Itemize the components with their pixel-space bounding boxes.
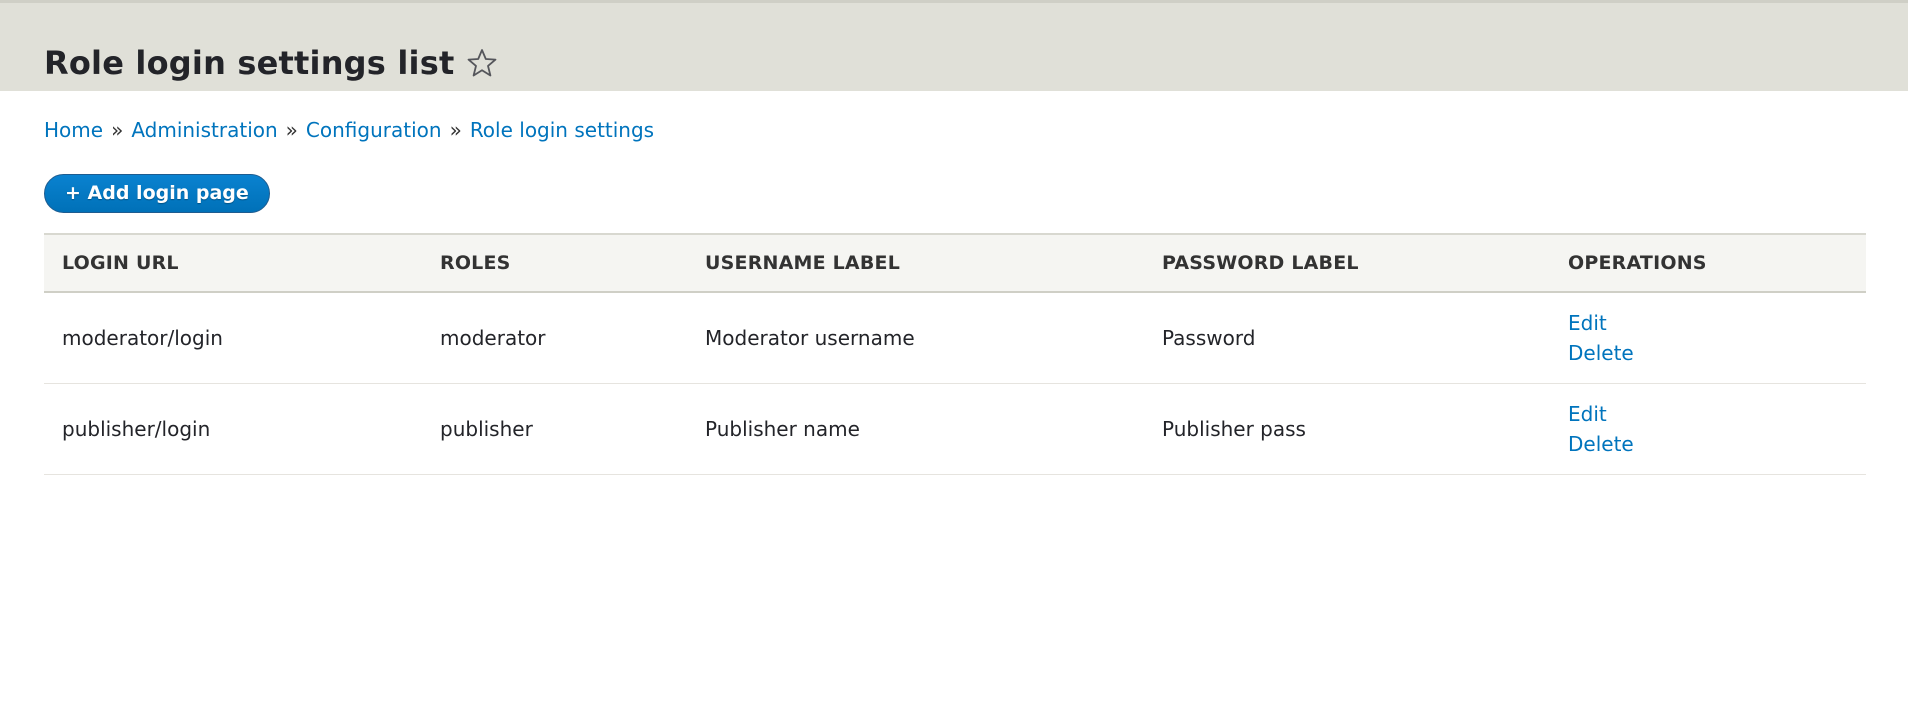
- role-login-table-wrap: LOGIN URL ROLES USERNAME LABEL PASSWORD …: [44, 233, 1866, 475]
- page-title-wrap: Role login settings list: [44, 39, 498, 87]
- column-header-login-url: LOGIN URL: [62, 252, 179, 274]
- cell-password-label: Publisher pass: [1144, 383, 1550, 475]
- delete-link[interactable]: Delete: [1568, 338, 1848, 368]
- column-header-password-label: PASSWORD LABEL: [1162, 252, 1359, 274]
- cell-login-url: publisher/login: [44, 383, 422, 475]
- cell-roles: publisher: [422, 383, 687, 475]
- breadcrumb-home[interactable]: Home: [44, 116, 103, 144]
- breadcrumb-separator: »: [449, 118, 462, 142]
- column-header-roles: ROLES: [440, 252, 511, 274]
- column-header-operations: OPERATIONS: [1568, 252, 1707, 274]
- page-header: Role login settings list: [0, 0, 1908, 91]
- edit-link[interactable]: Edit: [1568, 399, 1848, 429]
- cell-username-label: Moderator username: [687, 292, 1144, 384]
- breadcrumb-separator: »: [111, 118, 124, 142]
- column-header-username-label: USERNAME LABEL: [705, 252, 901, 274]
- table-row: publisher/login publisher Publisher name…: [44, 383, 1866, 475]
- cell-operations: Edit Delete: [1550, 383, 1866, 475]
- cell-roles: moderator: [422, 292, 687, 384]
- cell-login-url: moderator/login: [44, 292, 422, 384]
- page-title: Role login settings list: [44, 44, 455, 82]
- edit-link[interactable]: Edit: [1568, 308, 1848, 338]
- table-row: moderator/login moderator Moderator user…: [44, 292, 1866, 384]
- cell-username-label: Publisher name: [687, 383, 1144, 475]
- breadcrumb-separator: »: [285, 118, 298, 142]
- cell-password-label: Password: [1144, 292, 1550, 384]
- delete-link[interactable]: Delete: [1568, 429, 1848, 459]
- table-header-row: LOGIN URL ROLES USERNAME LABEL PASSWORD …: [44, 234, 1866, 292]
- breadcrumb-configuration[interactable]: Configuration: [306, 116, 442, 144]
- breadcrumb-role-login-settings[interactable]: Role login settings: [470, 116, 654, 144]
- role-login-table: LOGIN URL ROLES USERNAME LABEL PASSWORD …: [44, 233, 1866, 475]
- cell-operations: Edit Delete: [1550, 292, 1866, 384]
- breadcrumb: Home » Administration » Configuration » …: [44, 116, 654, 144]
- star-icon[interactable]: [466, 47, 498, 79]
- breadcrumb-administration[interactable]: Administration: [131, 116, 277, 144]
- add-login-page-button[interactable]: + Add login page: [44, 174, 270, 213]
